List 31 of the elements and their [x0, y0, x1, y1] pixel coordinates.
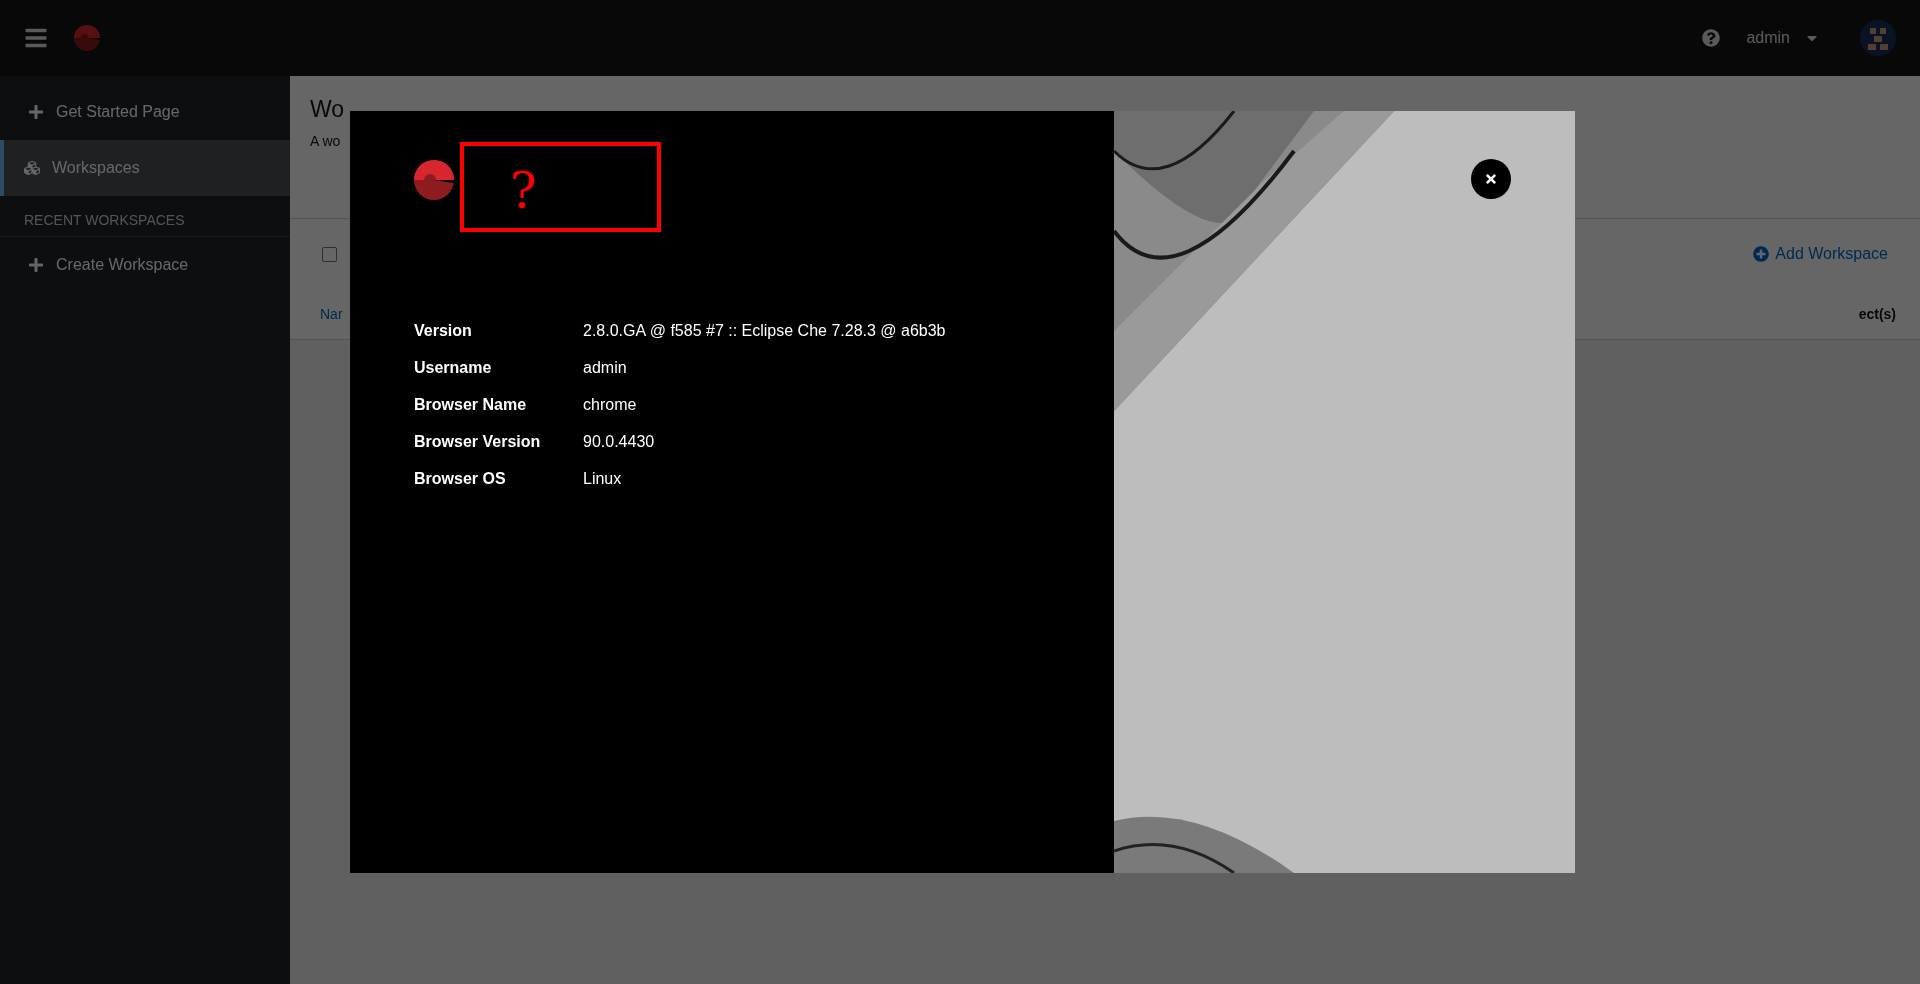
info-label: Browser Version: [414, 433, 542, 451]
annotation-mark: ?: [460, 142, 661, 232]
logo-icon: [74, 25, 100, 51]
user-menu[interactable]: admin: [1746, 29, 1820, 47]
info-label: Version: [414, 322, 473, 340]
page-title: Wo: [310, 96, 346, 123]
info-label: Browser Name: [414, 396, 528, 414]
info-value: chrome: [583, 396, 638, 414]
avatar[interactable]: [1860, 20, 1896, 56]
add-workspace-button[interactable]: Add Workspace: [1753, 245, 1888, 263]
sidebar-item[interactable]: Workspaces: [0, 140, 290, 196]
select-all-checkbox[interactable]: [322, 246, 337, 262]
plus-icon: [28, 257, 44, 273]
help-icon[interactable]: [1702, 29, 1721, 47]
cubes-icon: [24, 160, 40, 176]
info-value: Linux: [583, 470, 623, 488]
info-value: 90.0.4430: [583, 433, 656, 451]
info-value: admin: [583, 359, 628, 377]
column-header[interactable]: Nar: [320, 306, 343, 322]
info-label: Username: [414, 359, 493, 377]
logo-icon: [414, 160, 454, 200]
sidebar-item[interactable]: Create Workspace: [0, 237, 290, 293]
sidebar-item[interactable]: Get Started Page: [0, 84, 290, 140]
plus-icon: [28, 104, 44, 120]
info-label: Browser OS: [414, 470, 507, 488]
plus-icon: [1753, 246, 1770, 262]
menu-icon[interactable]: [24, 26, 48, 50]
page-subtitle: A wo: [310, 133, 342, 149]
close-icon: [1484, 172, 1498, 186]
column-header[interactable]: ect(s): [1858, 306, 1896, 322]
info-value: 2.8.0.GA @ f585 #7 :: Eclipse Che 7.28.3 @ a6b3b: [583, 322, 947, 340]
